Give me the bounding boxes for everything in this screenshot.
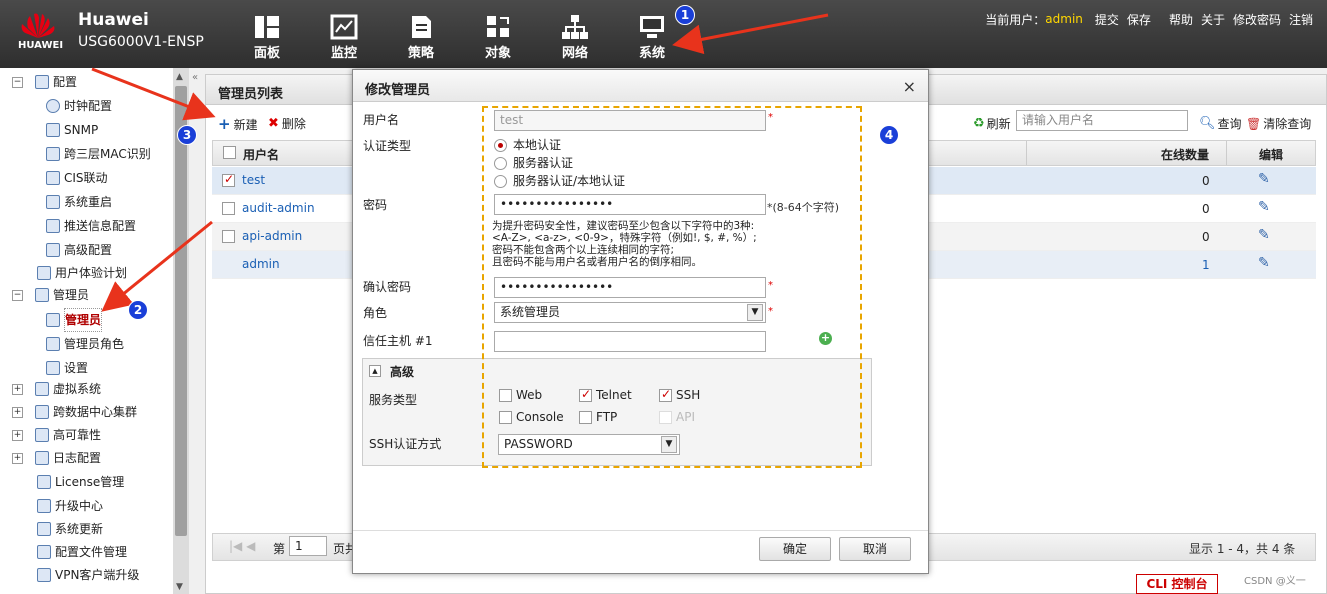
- arrow-to-system: [672, 13, 829, 55]
- arrow-to-admin: [101, 220, 213, 312]
- arrow-to-new: [91, 67, 216, 121]
- annotation-arrows: [91, 13, 829, 312]
- step-badge-1: 1: [675, 5, 695, 25]
- step-badge-2: 2: [128, 300, 148, 320]
- step-badge-4: 4: [879, 125, 899, 145]
- step-badge-3: 3: [177, 125, 197, 145]
